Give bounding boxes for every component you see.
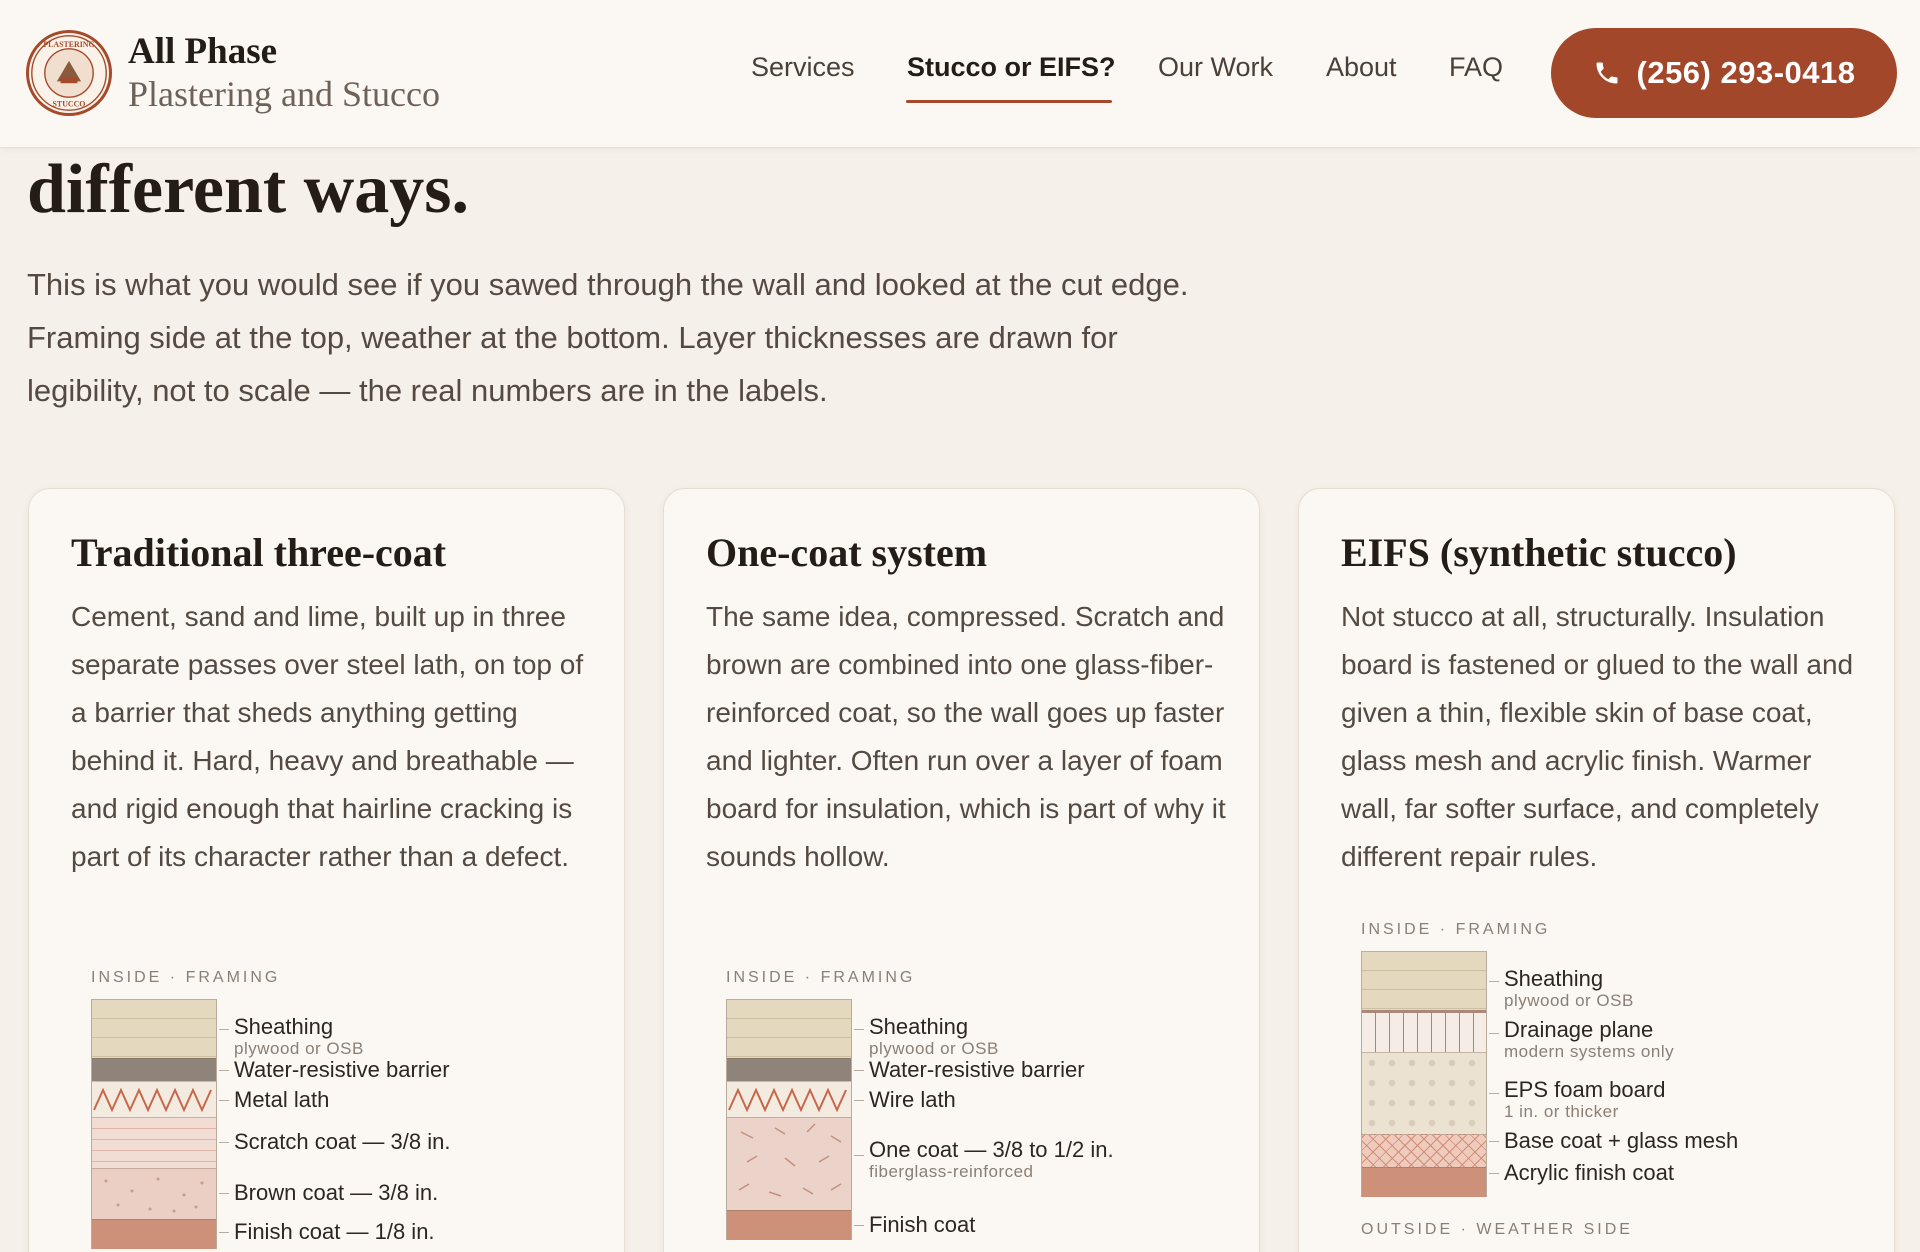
label-sheathing: Sheathing plywood or OSB [234, 1014, 364, 1059]
layer-sheathing [1362, 951, 1486, 1010]
section-title: different ways. [27, 151, 469, 228]
label-water-resistive-barrier: Water-resistive barrier [234, 1057, 450, 1082]
fiber-strands-icon [738, 1123, 842, 1197]
label-water-resistive-barrier: Water-resistive barrier [869, 1057, 1085, 1082]
label-wire-lath: Wire lath [869, 1087, 956, 1112]
logo-text-bottom: STUCCO [53, 99, 86, 108]
label-eps-foam-board: EPS foam board 1 in. or thicker [1504, 1077, 1666, 1122]
layer-stack [91, 999, 217, 1249]
card-title: One-coat system [706, 530, 988, 575]
layer-sheathing [727, 999, 851, 1058]
layer-scratch-coat [92, 1117, 216, 1168]
layer-finish-coat [92, 1219, 216, 1249]
layer-water-resistive-barrier [727, 1058, 851, 1081]
card-title: Traditional three-coat [71, 530, 447, 575]
nav-active-indicator [906, 100, 1112, 103]
layer-eps-foam-board [1362, 1052, 1486, 1134]
layer-water-resistive-barrier [92, 1058, 216, 1081]
phone-button[interactable]: (256) 293-0418 [1551, 28, 1897, 118]
label-finish-coat: Finish coat [869, 1212, 976, 1237]
label-brown-coat: Brown coat — 3/8 in. [234, 1180, 439, 1205]
nav-faq[interactable]: FAQ [1449, 52, 1503, 83]
layer-one-coat [727, 1117, 851, 1210]
label-sheathing: Sheathing plywood or OSB [869, 1014, 999, 1059]
logo-text-top: PLASTERING [43, 40, 94, 49]
logo-emblem-icon: PLASTERING STUCCO [31, 35, 107, 111]
lath-zigzag-icon [728, 1087, 847, 1113]
label-scratch-coat: Scratch coat — 3/8 in. [234, 1129, 451, 1154]
nav-our-work[interactable]: Our Work [1158, 52, 1273, 83]
label-base-coat-glass-mesh: Base coat + glass mesh [1504, 1128, 1739, 1153]
card-one-coat-system: One-coat system The same idea, compresse… [663, 488, 1260, 1252]
layer-base-coat-glass-mesh [1362, 1134, 1486, 1167]
card-traditional-three-coat: Traditional three-coat Cement, sand and … [28, 488, 625, 1252]
card-description: The same idea, compressed. Scratch and b… [706, 601, 1226, 872]
label-acrylic-finish-coat: Acrylic finish coat [1504, 1160, 1674, 1185]
nav-services[interactable]: Services [751, 52, 855, 83]
brand-name[interactable]: All Phase [128, 30, 277, 73]
nav-stucco-or-eifs[interactable]: Stucco or EIFS? [907, 52, 1116, 83]
diagram-bottom-caption: OUTSIDE · WEATHER SIDE [1361, 1221, 1633, 1238]
brand-subtitle: Plastering and Stucco [128, 74, 440, 114]
phone-icon [1596, 62, 1617, 84]
card-title: EIFS (synthetic stucco) [1341, 530, 1737, 575]
layer-metal-lath [92, 1081, 216, 1117]
layer-sheathing [92, 999, 216, 1058]
label-drainage-plane: Drainage plane modern systems only [1504, 1017, 1675, 1062]
layer-stack [1361, 951, 1487, 1197]
layer-drainage-plane [1362, 1010, 1486, 1052]
label-sheathing: Sheathing plywood or OSB [1504, 966, 1634, 1011]
layer-acrylic-finish-coat [1362, 1167, 1486, 1197]
site-header: PLASTERING STUCCO All Phase Plastering a… [0, 0, 1920, 148]
label-metal-lath: Metal lath [234, 1087, 330, 1112]
card-description: Cement, sand and lime, built up in three… [71, 601, 584, 872]
card-eifs: EIFS (synthetic stucco) Not stucco at al… [1298, 488, 1895, 1252]
layer-brown-coat [92, 1168, 216, 1219]
phone-number: (256) 293-0418 [1636, 55, 1856, 90]
logo[interactable]: PLASTERING STUCCO [26, 30, 112, 116]
brown-coat-speckle-icon [104, 1177, 204, 1213]
label-one-coat: One coat — 3/8 to 1/2 in. fiberglass-rei… [869, 1137, 1114, 1182]
layer-finish-coat [727, 1210, 851, 1240]
diagram-top-caption: INSIDE · FRAMING [91, 969, 281, 986]
diagram-top-caption: INSIDE · FRAMING [1361, 921, 1551, 938]
lath-zigzag-icon [93, 1087, 212, 1113]
section-intro: This is what you would see if you sawed … [27, 267, 1189, 408]
card-description: Not stucco at all, structurally. Insulat… [1341, 601, 1854, 872]
diagram-top-caption: INSIDE · FRAMING [726, 969, 916, 986]
nav-about[interactable]: About [1326, 52, 1397, 83]
label-finish-coat: Finish coat — 1/8 in. [234, 1219, 435, 1244]
layer-stack [726, 999, 852, 1240]
layer-wire-lath [727, 1081, 851, 1117]
